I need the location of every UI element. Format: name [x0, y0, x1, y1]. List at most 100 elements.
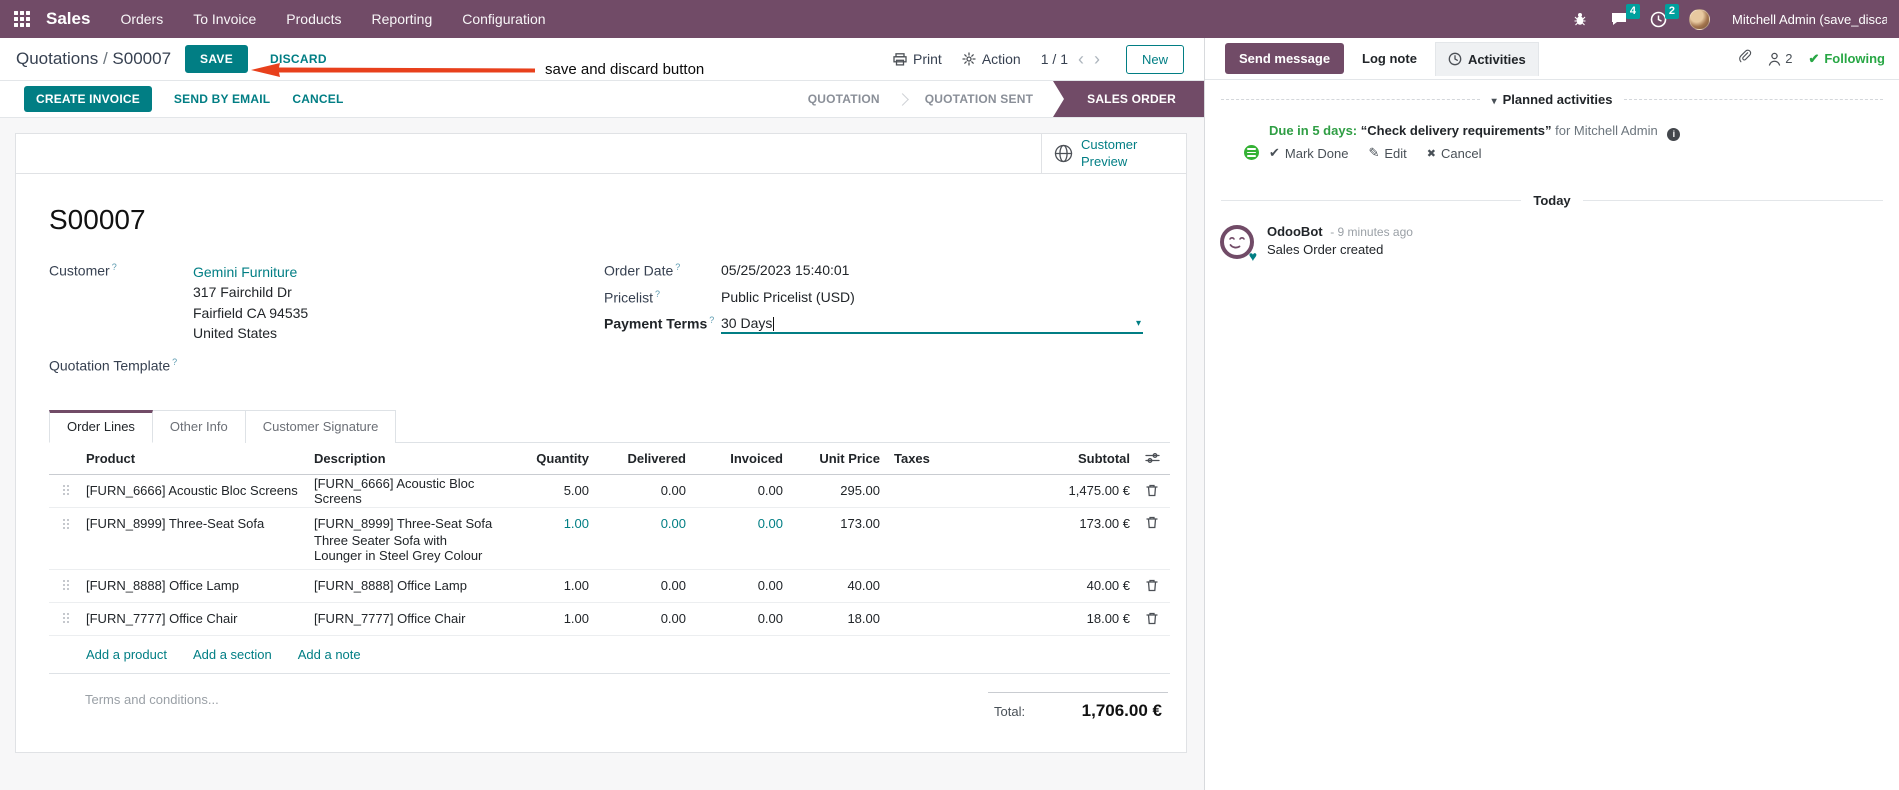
cell-delivered[interactable]: 0.00 [593, 578, 690, 593]
order-date-field[interactable]: 05/25/2023 15:40:01 [721, 262, 849, 279]
cell-quantity[interactable]: 5.00 [498, 483, 593, 498]
activities-clock-icon[interactable]: 2 [1650, 3, 1679, 28]
order-line-row[interactable]: [FURN_7777] Office Chair [FURN_7777] Off… [49, 603, 1170, 636]
cancel-button[interactable]: CANCEL [292, 92, 343, 106]
cell-unit-price[interactable]: 173.00 [787, 516, 884, 531]
cell-unit-price[interactable]: 295.00 [787, 483, 884, 498]
col-description[interactable]: Description [314, 451, 498, 466]
delete-line-icon[interactable] [1134, 612, 1170, 625]
col-unit-price[interactable]: Unit Price [787, 451, 884, 466]
cell-invoiced[interactable]: 0.00 [690, 516, 787, 531]
cell-delivered[interactable]: 0.00 [593, 516, 690, 531]
add-a-section-link[interactable]: Add a section [193, 647, 272, 662]
cell-quantity[interactable]: 1.00 [498, 578, 593, 593]
cell-delivered[interactable]: 0.00 [593, 611, 690, 626]
user-avatar[interactable] [1689, 8, 1710, 30]
debug-bug-icon[interactable] [1572, 11, 1588, 27]
customer-preview-button[interactable]: Customer Preview [1041, 134, 1186, 173]
create-invoice-button[interactable]: CREATE INVOICE [24, 86, 152, 112]
drag-handle-icon[interactable] [63, 485, 69, 496]
cell-unit-price[interactable]: 40.00 [787, 578, 884, 593]
order-line-row[interactable]: [FURN_8888] Office Lamp [FURN_8888] Offi… [49, 570, 1170, 603]
breadcrumb-quotations[interactable]: Quotations [16, 49, 98, 68]
cell-invoiced[interactable]: 0.00 [690, 483, 787, 498]
cancel-activity-button[interactable]: Cancel [1427, 145, 1481, 161]
state-sales-order[interactable]: SALES ORDER [1053, 81, 1204, 117]
cell-description[interactable]: [FURN_8999] Three-Seat Sofa Three Seater… [314, 516, 498, 569]
cell-product[interactable]: [FURN_8888] Office Lamp [86, 578, 314, 593]
mark-done-button[interactable]: Mark Done [1269, 145, 1349, 161]
info-icon[interactable] [1667, 128, 1681, 142]
add-a-product-link[interactable]: Add a product [86, 647, 167, 662]
terms-and-conditions-placeholder[interactable]: Terms and conditions... [85, 692, 219, 721]
nav-item-reporting[interactable]: Reporting [372, 11, 433, 27]
delete-line-icon[interactable] [1134, 516, 1170, 529]
col-delivered[interactable]: Delivered [593, 451, 690, 466]
print-button[interactable]: Print [893, 51, 942, 67]
pencil-icon [1368, 145, 1379, 161]
planned-activities-divider[interactable]: Planned activities [1221, 92, 1883, 107]
drag-handle-icon[interactable] [63, 580, 69, 591]
action-button[interactable]: Action [962, 51, 1021, 67]
apps-menu-icon[interactable] [14, 11, 30, 27]
main-column: QuotationsS00007 SAVE DISCARD save and d… [0, 38, 1205, 790]
add-a-note-link[interactable]: Add a note [298, 647, 361, 662]
cell-quantity[interactable]: 1.00 [498, 516, 593, 531]
send-message-button[interactable]: Send message [1225, 43, 1345, 74]
optional-columns-icon[interactable] [1134, 452, 1170, 464]
edit-activity-button[interactable]: Edit [1368, 145, 1406, 161]
state-quotation[interactable]: QUOTATION [788, 81, 900, 117]
pager-previous-icon[interactable] [1078, 50, 1084, 68]
pricelist-field[interactable]: Public Pricelist (USD) [721, 289, 855, 306]
cell-description[interactable]: [FURN_7777] Office Chair [314, 611, 498, 626]
nav-item-products[interactable]: Products [286, 11, 341, 27]
col-invoiced[interactable]: Invoiced [690, 451, 787, 466]
new-button[interactable]: New [1125, 44, 1184, 74]
following-button[interactable]: Following [1808, 51, 1885, 67]
col-product[interactable]: Product [86, 451, 314, 466]
drag-handle-icon[interactable] [63, 518, 69, 530]
app-name[interactable]: Sales [46, 9, 90, 29]
payment-terms-field[interactable]: 30 Days [721, 315, 1143, 335]
nav-item-to-invoice[interactable]: To Invoice [193, 11, 256, 27]
cell-quantity[interactable]: 1.00 [498, 611, 593, 626]
cell-unit-price[interactable]: 18.00 [787, 611, 884, 626]
col-taxes[interactable]: Taxes [884, 451, 999, 466]
dropdown-caret-icon[interactable] [1136, 318, 1141, 329]
attach-files-button[interactable] [1737, 49, 1752, 68]
cell-invoiced[interactable]: 0.00 [690, 578, 787, 593]
messages-icon[interactable]: 4 [1610, 4, 1640, 27]
message-author[interactable]: OdooBot [1267, 224, 1323, 239]
col-subtotal[interactable]: Subtotal [999, 451, 1134, 466]
drag-handle-icon[interactable] [63, 613, 69, 624]
tab-other-info[interactable]: Other Info [152, 409, 246, 443]
user-name[interactable]: Mitchell Admin (save_discar [1732, 12, 1887, 27]
log-note-button[interactable]: Log note [1362, 51, 1417, 66]
cell-product[interactable]: [FURN_6666] Acoustic Bloc Screens [86, 483, 314, 498]
pager-next-icon[interactable] [1094, 50, 1100, 68]
customer-link[interactable]: Gemini Furniture [193, 262, 308, 282]
quotation-template-label: Quotation Template [49, 357, 177, 374]
tab-customer-signature[interactable]: Customer Signature [245, 409, 397, 443]
delete-line-icon[interactable] [1134, 579, 1170, 592]
save-button[interactable]: SAVE [185, 45, 249, 73]
state-quotation-sent[interactable]: QUOTATION SENT [905, 81, 1053, 117]
cell-delivered[interactable]: 0.00 [593, 483, 690, 498]
cell-description[interactable]: [FURN_6666] Acoustic Bloc Screens [314, 476, 498, 506]
col-quantity[interactable]: Quantity [498, 451, 593, 466]
tab-order-lines[interactable]: Order Lines [49, 409, 153, 443]
order-line-row[interactable]: [FURN_8999] Three-Seat Sofa [FURN_8999] … [49, 508, 1170, 570]
cell-product[interactable]: [FURN_8999] Three-Seat Sofa [86, 516, 314, 531]
nav-item-orders[interactable]: Orders [120, 11, 163, 27]
annotation-label: save and discard button [545, 61, 705, 78]
order-line-row[interactable]: [FURN_6666] Acoustic Bloc Screens [FURN_… [49, 475, 1170, 508]
cell-product[interactable]: [FURN_7777] Office Chair [86, 611, 314, 626]
nav-item-configuration[interactable]: Configuration [462, 11, 545, 27]
followers-button[interactable]: 2 [1768, 51, 1792, 66]
table-footer-links: Add a product Add a section Add a note [49, 636, 1170, 674]
delete-line-icon[interactable] [1134, 484, 1170, 497]
cell-description[interactable]: [FURN_8888] Office Lamp [314, 578, 498, 593]
send-by-email-button[interactable]: SEND BY EMAIL [174, 92, 270, 106]
activities-button[interactable]: Activities [1434, 41, 1539, 76]
cell-invoiced[interactable]: 0.00 [690, 611, 787, 626]
